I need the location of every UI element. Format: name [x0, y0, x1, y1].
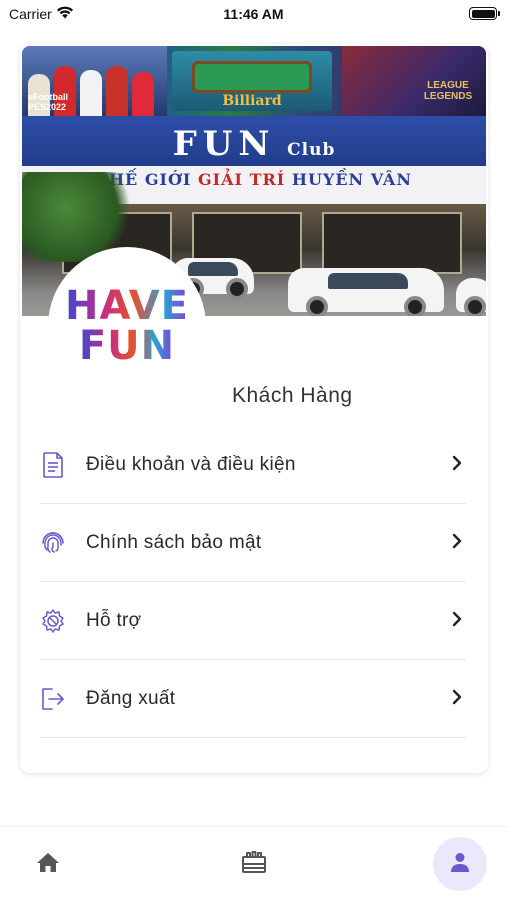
menu-item-support[interactable]: Hỗ trợ	[40, 582, 466, 660]
menu-item-terms[interactable]: Điều khoản và điều kiện	[40, 426, 466, 504]
nav-profile-button[interactable]	[433, 837, 487, 891]
status-bar: Carrier 11:46 AM	[0, 0, 507, 30]
menu-label-logout: Đăng xuất	[86, 687, 176, 709]
menu-label-terms: Điều khoản và điều kiện	[86, 453, 296, 475]
chevron-right-icon	[452, 455, 462, 476]
chevron-right-icon	[452, 611, 462, 632]
menu-label-privacy: Chính sách bảo mật	[86, 531, 262, 553]
document-icon	[40, 451, 66, 478]
person-icon	[449, 851, 471, 878]
lol-poster-line1: LEAGUE	[427, 80, 469, 91]
bottom-navigation	[0, 826, 507, 900]
billiard-poster-label: Billiard	[222, 93, 282, 109]
car-center	[288, 268, 444, 316]
store-sign: FUN Club	[22, 116, 486, 166]
menu-label-support: Hỗ trợ	[86, 609, 142, 631]
profile-menu: Điều khoản và điều kiện Chính sách bảo m…	[40, 426, 466, 738]
football-poster-line2: PES2022	[28, 102, 67, 112]
logout-icon	[40, 686, 66, 712]
sign-main-text: FUN	[172, 124, 276, 164]
home-icon	[36, 851, 60, 878]
banner-posters: eFootball PES2022 Billiard LEAGUE LEGEND…	[22, 46, 486, 116]
fingerprint-icon	[40, 530, 66, 556]
nav-home-button[interactable]	[21, 837, 75, 891]
battery-icon	[469, 7, 500, 20]
car-right	[456, 278, 486, 316]
logo-line-2: FUN	[78, 323, 176, 369]
menu-item-privacy[interactable]: Chính sách bảo mật	[40, 504, 466, 582]
support-gear-icon	[40, 608, 66, 634]
chevron-right-icon	[452, 533, 462, 554]
football-poster-line1: eFootball	[28, 92, 68, 102]
subsign-right: HUYỀN VÂN	[285, 170, 412, 189]
havefun-logo: HAVE FUN	[48, 247, 206, 405]
status-time: 11:46 AM	[223, 6, 284, 22]
billiard-poster: Billiard	[172, 51, 332, 111]
profile-card: eFootball PES2022 Billiard LEAGUE LEGEND…	[20, 44, 488, 773]
sign-club-text: Club	[287, 140, 336, 160]
subsign-red: GIẢI TRÍ	[197, 170, 286, 189]
football-poster: eFootball PES2022	[22, 46, 167, 116]
menu-item-logout[interactable]: Đăng xuất	[40, 660, 466, 738]
store-icon	[241, 850, 267, 879]
logo-line-1: HAVE	[65, 283, 189, 329]
user-name: Khách Hàng	[232, 384, 353, 407]
chevron-right-icon	[452, 689, 462, 710]
lol-poster-line2: LEGENDS	[423, 91, 473, 102]
nav-store-button[interactable]	[227, 837, 281, 891]
lol-poster: LEAGUE LEGENDS	[342, 46, 486, 116]
